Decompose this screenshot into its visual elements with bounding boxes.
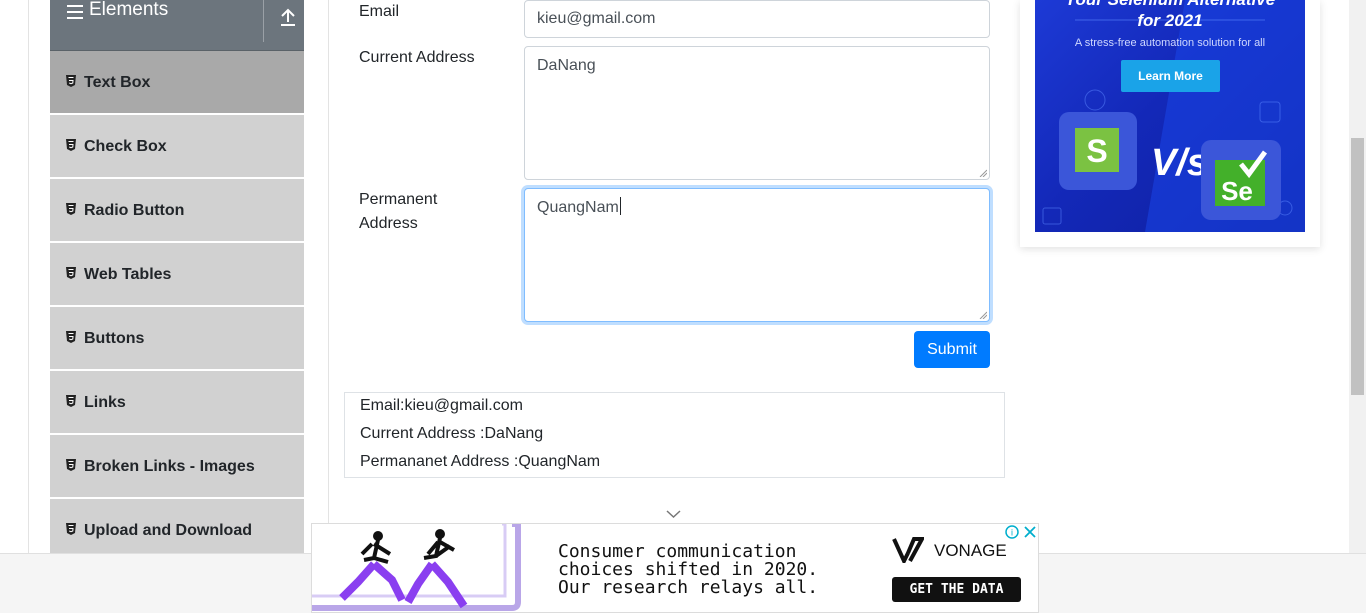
html5-icon xyxy=(66,459,76,471)
sidebar-item-label: Links xyxy=(84,394,126,411)
html5-icon xyxy=(66,523,76,535)
output-permanent-address: Permananet Address :QuangNam xyxy=(360,453,601,470)
selenium-logo-icon: Se xyxy=(1201,140,1281,220)
runners-illustration xyxy=(312,524,521,611)
html5-icon xyxy=(66,75,76,87)
svg-text:i: i xyxy=(1011,528,1013,538)
current-address-label: Current Address xyxy=(359,49,475,66)
sidebar-item-label: Broken Links - Images xyxy=(84,458,255,475)
html5-icon xyxy=(66,395,76,407)
bottom-ad-brand: VONAGE xyxy=(934,541,1007,560)
current-address-field[interactable]: DaNang xyxy=(524,46,990,180)
bottom-ad-line3: Our research relays all. xyxy=(558,577,819,598)
right-ad-banner[interactable]: Your Selenium Alternative for 2021 A str… xyxy=(1035,0,1305,232)
email-field[interactable]: kieu@gmail.com xyxy=(524,0,990,38)
text-caret xyxy=(619,197,621,215)
sidebar-item-web-tables[interactable]: Web Tables xyxy=(50,243,304,307)
hamburger-icon xyxy=(67,5,83,19)
html5-icon xyxy=(66,139,76,151)
bottom-ad-banner[interactable]: Consumer communication choices shifted i… xyxy=(311,523,1039,613)
sidebar: Elements Text Box Check Box Radio Button… xyxy=(50,0,304,553)
sidebar-item-upload-download[interactable]: Upload and Download xyxy=(50,499,304,553)
email-label: Email xyxy=(359,3,400,20)
katalon-logo-icon: S xyxy=(1059,112,1137,190)
sidebar-item-broken-links[interactable]: Broken Links - Images xyxy=(50,435,304,499)
content-divider xyxy=(328,0,329,553)
right-ad-container: Your Selenium Alternative for 2021 A str… xyxy=(1020,0,1320,247)
left-gutter-divider xyxy=(28,0,29,553)
ad-subline: A stress-free automation solution for al… xyxy=(1074,37,1266,49)
adchoices-icon[interactable]: i xyxy=(1004,524,1038,540)
get-the-data-button[interactable]: GET THE DATA xyxy=(892,577,1021,602)
chevron-down-icon[interactable] xyxy=(666,510,681,519)
ad-headline-line1: Your Selenium Alternative xyxy=(1035,0,1305,10)
html5-icon xyxy=(66,267,76,279)
sidebar-item-radio-button[interactable]: Radio Button xyxy=(50,179,304,243)
output-current-address: Current Address :DaNang xyxy=(360,425,544,442)
sidebar-item-label: Text Box xyxy=(84,74,151,91)
vonage-logo-icon xyxy=(892,537,924,563)
sidebar-item-label: Buttons xyxy=(84,330,145,347)
resize-handle-icon[interactable] xyxy=(979,311,987,319)
output-box: Email:kieu@gmail.com Current Address :Da… xyxy=(344,392,1005,478)
sidebar-item-buttons[interactable]: Buttons xyxy=(50,307,304,371)
scrollbar-thumb[interactable] xyxy=(1351,138,1364,395)
header-divider xyxy=(263,0,264,42)
sidebar-item-text-box[interactable]: Text Box xyxy=(50,51,304,115)
html5-icon xyxy=(66,331,76,343)
vs-text: V/s xyxy=(1151,142,1209,184)
current-address-value: DaNang xyxy=(537,57,596,74)
html5-icon xyxy=(66,203,76,215)
permanent-address-field[interactable]: QuangNam xyxy=(524,188,990,322)
submit-button[interactable]: Submit xyxy=(914,331,990,368)
permanent-address-value: QuangNam xyxy=(537,199,619,216)
permanent-address-label-line2: Address xyxy=(359,215,418,232)
elements-group-header[interactable]: Elements xyxy=(50,0,304,51)
learn-more-button[interactable]: Learn More xyxy=(1121,60,1220,92)
permanent-address-label-line1: Permanent xyxy=(359,191,438,208)
sidebar-item-label: Upload and Download xyxy=(84,522,252,539)
email-value: kieu@gmail.com xyxy=(537,10,656,27)
collapse-up-icon[interactable] xyxy=(279,7,297,27)
sidebar-item-label: Radio Button xyxy=(84,202,185,219)
ad-headline-line2: for 2021 xyxy=(1137,11,1203,30)
sidebar-item-check-box[interactable]: Check Box xyxy=(50,115,304,179)
group-title: Elements xyxy=(89,0,169,20)
sidebar-item-links[interactable]: Links xyxy=(50,371,304,435)
sidebar-item-label: Check Box xyxy=(84,138,167,155)
katalon-letter: S xyxy=(1086,133,1107,169)
selenium-letters: Se xyxy=(1221,176,1253,206)
output-email: Email:kieu@gmail.com xyxy=(360,397,523,414)
sidebar-item-label: Web Tables xyxy=(84,266,172,283)
page: Elements Text Box Check Box Radio Button… xyxy=(0,0,1366,613)
resize-handle-icon[interactable] xyxy=(979,169,987,177)
